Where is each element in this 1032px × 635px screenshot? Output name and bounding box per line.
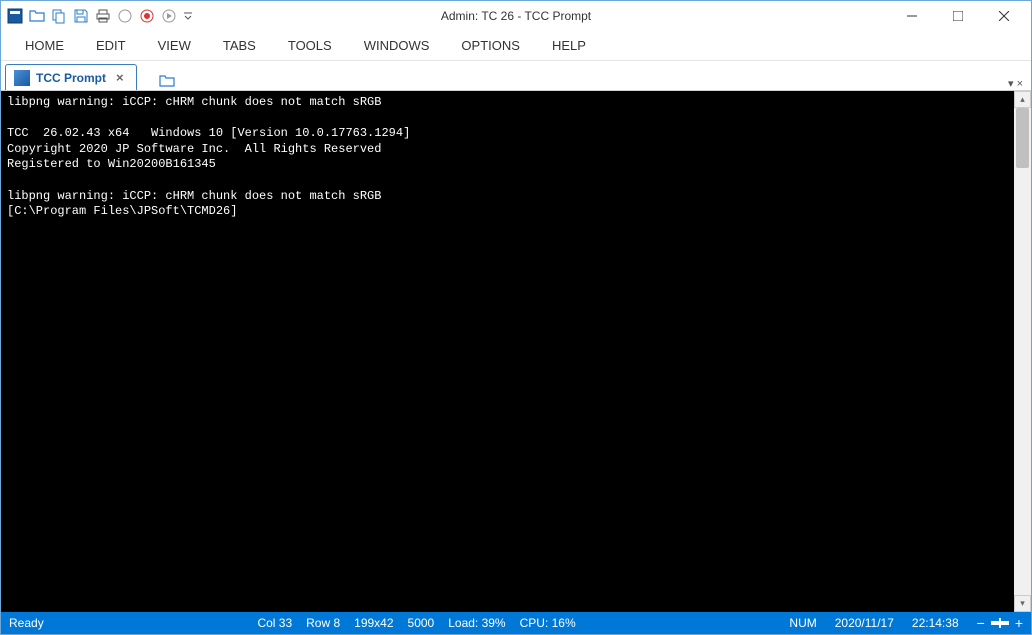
play-icon[interactable] xyxy=(159,6,179,26)
window-title: Admin: TC 26 - TCC Prompt xyxy=(441,9,591,23)
tab-close-button[interactable]: × xyxy=(112,70,128,85)
zoom-slider[interactable] xyxy=(991,621,1009,625)
status-date: 2020/11/17 xyxy=(835,616,894,630)
status-center: Col 33 Row 8 199x42 5000 Load: 39% CPU: … xyxy=(44,616,790,630)
status-row: Row 8 xyxy=(306,616,340,630)
zoom-in-button[interactable]: + xyxy=(1015,615,1023,631)
save-icon[interactable] xyxy=(71,6,91,26)
open-folder-icon[interactable] xyxy=(27,6,47,26)
menu-help[interactable]: HELP xyxy=(536,32,602,59)
terminal-output[interactable]: libpng warning: iCCP: cHRM chunk does no… xyxy=(1,91,1014,612)
scroll-thumb[interactable] xyxy=(1016,108,1029,168)
maximize-button[interactable] xyxy=(935,1,981,31)
tab-bar: TCC Prompt × ▾ × xyxy=(1,61,1031,91)
menu-windows[interactable]: WINDOWS xyxy=(348,32,446,59)
zoom-controls: − + xyxy=(977,615,1023,631)
app-icon xyxy=(5,6,25,26)
status-ready: Ready xyxy=(9,616,44,630)
status-col: Col 33 xyxy=(257,616,292,630)
scroll-down-button[interactable]: ▾ xyxy=(1014,595,1031,612)
menu-home[interactable]: HOME xyxy=(9,32,80,59)
menu-view[interactable]: VIEW xyxy=(142,32,207,59)
quick-access-toolbar xyxy=(5,6,195,26)
print-icon[interactable] xyxy=(93,6,113,26)
menu-edit[interactable]: EDIT xyxy=(80,32,142,59)
menu-tools[interactable]: TOOLS xyxy=(272,32,348,59)
chevron-down-icon: ▾ xyxy=(1008,77,1014,90)
tab-tcc-prompt[interactable]: TCC Prompt × xyxy=(5,64,137,90)
scroll-track[interactable] xyxy=(1014,108,1031,595)
title-bar: Admin: TC 26 - TCC Prompt xyxy=(1,1,1031,31)
status-cpu: CPU: 16% xyxy=(520,616,576,630)
copy-icon[interactable] xyxy=(49,6,69,26)
app-window: Admin: TC 26 - TCC Prompt HOME EDIT VIEW… xyxy=(0,0,1032,635)
status-right: NUM 2020/11/17 22:14:38 − + xyxy=(789,615,1023,631)
console-icon xyxy=(14,70,30,86)
menu-options[interactable]: OPTIONS xyxy=(445,32,536,59)
tab-bar-overflow[interactable]: ▾ × xyxy=(1008,77,1027,90)
vertical-scrollbar[interactable]: ▴ ▾ xyxy=(1014,91,1031,612)
window-controls xyxy=(889,1,1027,31)
terminal-area: libpng warning: iCCP: cHRM chunk does no… xyxy=(1,91,1031,612)
status-dims: 199x42 xyxy=(354,616,393,630)
status-load: Load: 39% xyxy=(448,616,505,630)
menu-bar: HOME EDIT VIEW TABS TOOLS WINDOWS OPTION… xyxy=(1,31,1031,61)
close-button[interactable] xyxy=(981,1,1027,31)
status-num: NUM xyxy=(789,616,816,630)
scroll-up-button[interactable]: ▴ xyxy=(1014,91,1031,108)
zoom-out-button[interactable]: − xyxy=(977,615,985,631)
tab-label: TCC Prompt xyxy=(36,71,106,85)
qat-dropdown-icon[interactable] xyxy=(181,6,195,26)
stop-icon[interactable] xyxy=(115,6,135,26)
minimize-button[interactable] xyxy=(889,1,935,31)
new-tab-button[interactable] xyxy=(157,70,177,90)
record-icon[interactable] xyxy=(137,6,157,26)
status-buffer: 5000 xyxy=(408,616,435,630)
close-all-icon: × xyxy=(1017,78,1023,90)
menu-tabs[interactable]: TABS xyxy=(207,32,272,59)
status-bar: Ready Col 33 Row 8 199x42 5000 Load: 39%… xyxy=(1,612,1031,634)
status-time: 22:14:38 xyxy=(912,616,959,630)
